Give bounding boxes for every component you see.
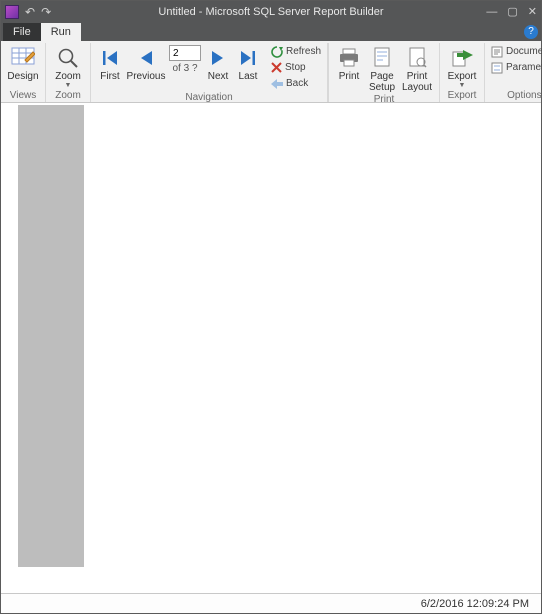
back-label: Back bbox=[286, 78, 308, 89]
group-zoom-label: Zoom bbox=[50, 89, 86, 102]
back-icon bbox=[271, 79, 283, 89]
document-label: Document bbox=[506, 46, 542, 57]
report-canvas[interactable] bbox=[1, 103, 541, 593]
report-placeholder bbox=[18, 105, 84, 567]
group-print: Print Page Setup Print Layout Print bbox=[329, 43, 440, 102]
maximize-button[interactable]: ▢ bbox=[507, 7, 517, 18]
statusbar: 6/2/2016 12:09:24 PM bbox=[1, 593, 541, 613]
first-button[interactable]: First bbox=[95, 43, 125, 82]
tab-run[interactable]: Run bbox=[41, 23, 81, 41]
document-map-button[interactable]: Document bbox=[489, 44, 542, 59]
help-button[interactable]: ? bbox=[524, 25, 538, 39]
group-export: Export ▼ Export bbox=[440, 43, 485, 102]
stop-button[interactable]: Stop bbox=[269, 60, 323, 75]
next-label: Next bbox=[208, 71, 229, 82]
parameters-label: Parameters bbox=[506, 62, 542, 73]
back-button[interactable]: Back bbox=[269, 76, 323, 91]
page-of-label: of 3 ? bbox=[172, 63, 197, 74]
export-icon bbox=[451, 45, 473, 71]
stop-label: Stop bbox=[285, 62, 306, 73]
group-views: Design Views bbox=[1, 43, 46, 102]
app-icon bbox=[5, 5, 19, 19]
page-input[interactable] bbox=[169, 45, 201, 61]
tabstrip: File Run ? bbox=[1, 23, 541, 41]
first-label: First bbox=[100, 71, 119, 82]
page-setup-label: Page Setup bbox=[369, 71, 395, 93]
page-setup-icon bbox=[372, 45, 392, 71]
tab-file[interactable]: File bbox=[3, 23, 41, 41]
group-options-label: Options bbox=[489, 89, 542, 102]
last-label: Last bbox=[239, 71, 258, 82]
window-title: Untitled - Microsoft SQL Server Report B… bbox=[1, 6, 541, 18]
ribbon: Design Views Zoom ▼ Zoom bbox=[1, 41, 541, 103]
refresh-label: Refresh bbox=[286, 46, 321, 57]
print-label: Print bbox=[339, 71, 360, 82]
group-export-label: Export bbox=[444, 89, 480, 102]
zoom-button[interactable]: Zoom ▼ bbox=[50, 43, 86, 89]
first-icon bbox=[101, 45, 119, 71]
print-layout-label: Print Layout bbox=[402, 71, 432, 93]
zoom-icon bbox=[57, 45, 79, 71]
group-navigation: First Previous of 3 ? Next bbox=[91, 43, 328, 102]
group-options: Document Parameters Options bbox=[485, 43, 542, 102]
window-buttons: — ▢ ✕ bbox=[486, 1, 537, 23]
nav-commands: Refresh Stop Back bbox=[269, 43, 323, 91]
next-button[interactable]: Next bbox=[203, 43, 233, 82]
status-timestamp: 6/2/2016 12:09:24 PM bbox=[421, 598, 529, 610]
app-window: ↶ ↷ Untitled - Microsoft SQL Server Repo… bbox=[0, 0, 542, 614]
refresh-button[interactable]: Refresh bbox=[269, 44, 323, 59]
previous-label: Previous bbox=[127, 71, 166, 82]
close-button[interactable]: ✕ bbox=[528, 7, 537, 18]
group-views-label: Views bbox=[5, 89, 41, 102]
print-layout-button[interactable]: Print Layout bbox=[399, 43, 435, 93]
design-icon bbox=[11, 45, 35, 71]
minimize-button[interactable]: — bbox=[486, 7, 497, 18]
last-button[interactable]: Last bbox=[233, 43, 263, 82]
stop-icon bbox=[271, 62, 282, 73]
document-icon bbox=[491, 46, 503, 58]
export-label: Export bbox=[448, 71, 477, 82]
previous-button[interactable]: Previous bbox=[125, 43, 167, 82]
print-button[interactable]: Print bbox=[333, 43, 365, 82]
titlebar: ↶ ↷ Untitled - Microsoft SQL Server Repo… bbox=[1, 1, 541, 23]
refresh-icon bbox=[271, 46, 283, 58]
redo-icon[interactable]: ↷ bbox=[41, 6, 51, 18]
options-commands: Document Parameters bbox=[489, 43, 542, 75]
quick-access-toolbar: ↶ ↷ bbox=[25, 6, 51, 18]
design-button[interactable]: Design bbox=[5, 43, 41, 82]
parameters-button[interactable]: Parameters bbox=[489, 60, 542, 75]
zoom-label: Zoom bbox=[55, 71, 81, 82]
next-icon bbox=[210, 45, 226, 71]
page-number-box: of 3 ? bbox=[169, 45, 201, 74]
print-layout-icon bbox=[407, 45, 427, 71]
undo-icon[interactable]: ↶ bbox=[25, 6, 35, 18]
last-icon bbox=[239, 45, 257, 71]
parameters-icon bbox=[491, 62, 503, 74]
page-setup-button[interactable]: Page Setup bbox=[365, 43, 399, 93]
export-button[interactable]: Export ▼ bbox=[444, 43, 480, 89]
group-zoom: Zoom ▼ Zoom bbox=[46, 43, 91, 102]
design-label: Design bbox=[7, 71, 38, 82]
print-icon bbox=[338, 45, 360, 71]
previous-icon bbox=[138, 45, 154, 71]
